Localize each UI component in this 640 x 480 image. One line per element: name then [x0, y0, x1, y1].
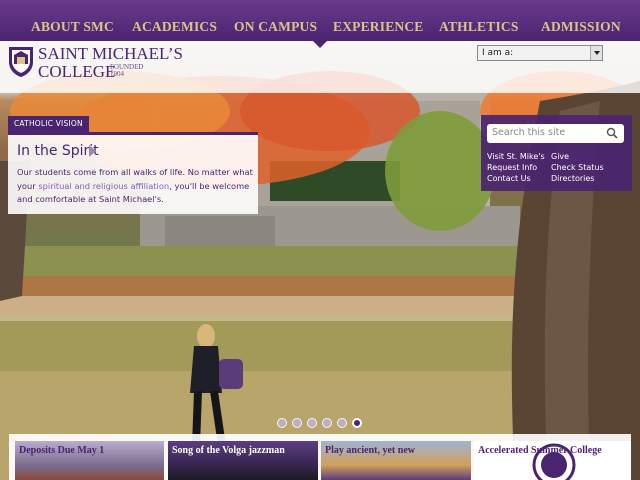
hero-scene: [0, 71, 640, 480]
nav-about-smc[interactable]: ABOUT SMC: [31, 19, 114, 35]
feature-tag[interactable]: CATHOLIC VISION: [8, 116, 89, 132]
chevron-down-icon[interactable]: [590, 46, 602, 60]
feature-text: Our students come from all walks of life…: [17, 166, 253, 207]
founded-year: 1904: [110, 70, 124, 78]
news-card-summer-college[interactable]: Accelerated Summer College: [474, 441, 631, 480]
summer-college-seal-icon: [532, 443, 576, 480]
audience-select-value: I am a:: [482, 48, 514, 58]
main-navigation: ABOUT SMC ACADEMICS ON CAMPUS EXPERIENCE…: [0, 0, 640, 41]
audience-select[interactable]: I am a:: [477, 45, 603, 61]
feature-link[interactable]: spiritual and religious affiliation: [38, 181, 169, 191]
news-card-title: Play ancient, yet new: [325, 445, 415, 456]
search-icon[interactable]: [606, 127, 618, 139]
wordmark-line1: SAINT MICHAEL’S: [38, 44, 183, 63]
slider-dot-3[interactable]: [307, 418, 317, 428]
quick-link-check-status[interactable]: Check Status: [551, 163, 604, 172]
hero-photo: [0, 41, 640, 480]
nav-academics[interactable]: ACADEMICS: [132, 19, 217, 35]
quick-link-directories[interactable]: Directories: [551, 174, 594, 183]
slider-dot-5[interactable]: [337, 418, 347, 428]
news-card-deposits[interactable]: Deposits Due May 1: [15, 441, 164, 480]
quick-link-request-info[interactable]: Request Info: [487, 163, 537, 172]
nav-experience[interactable]: EXPERIENCE: [333, 19, 424, 35]
feature-title[interactable]: In the Spirit: [17, 143, 99, 159]
quick-link-visit[interactable]: Visit St. Mike's: [487, 152, 545, 161]
founded-mark: FOUNDED 1904: [110, 64, 143, 78]
search-input[interactable]: Search this site: [487, 124, 624, 143]
nav-admission[interactable]: ADMISSION: [541, 19, 621, 35]
news-card-title: Deposits Due May 1: [19, 445, 105, 456]
quick-link-give[interactable]: Give: [551, 152, 569, 161]
slider-dot-2[interactable]: [292, 418, 302, 428]
nav-active-caret: [313, 41, 327, 48]
slider-dot-6-active[interactable]: [352, 418, 362, 428]
news-card-title: Song of the Volga jazzman: [172, 445, 285, 456]
slider-dot-1[interactable]: [277, 418, 287, 428]
nav-on-campus[interactable]: ON CAMPUS: [234, 19, 317, 35]
news-card-volga-jazzman[interactable]: Song of the Volga jazzman: [168, 441, 318, 480]
nav-athletics[interactable]: ATHLETICS: [439, 19, 519, 35]
college-shield-logo[interactable]: [8, 46, 34, 78]
slider-dot-4[interactable]: [322, 418, 332, 428]
arrow-right-icon[interactable]: [89, 145, 96, 157]
news-card-play-ancient[interactable]: Play ancient, yet new: [321, 441, 471, 480]
quick-link-contact[interactable]: Contact Us: [487, 174, 531, 183]
